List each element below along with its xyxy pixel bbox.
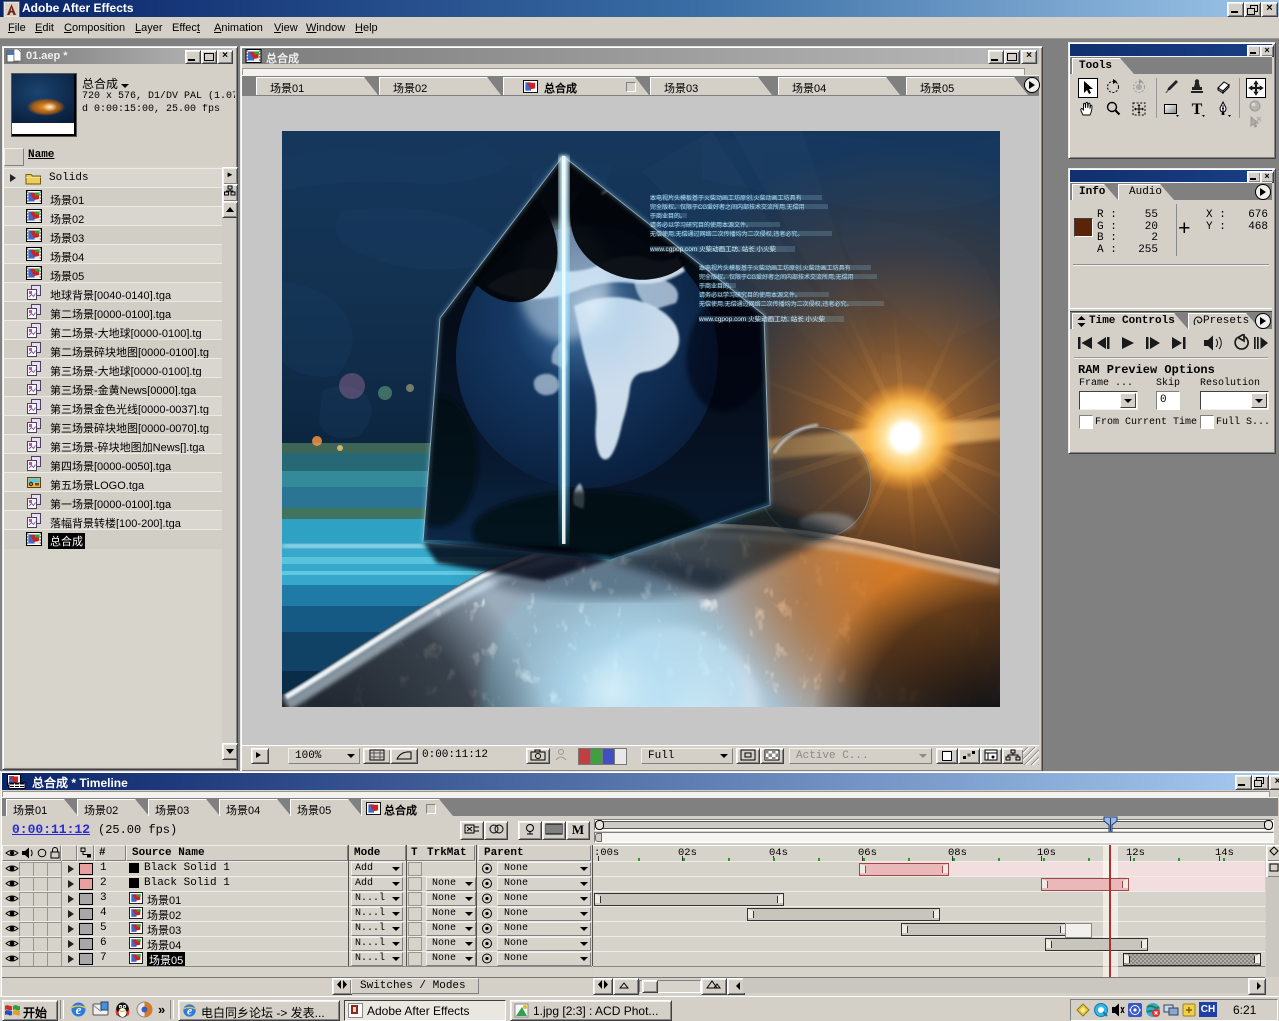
svg-text:于商业目的。: 于商业目的。: [699, 282, 735, 290]
svg-text:无偿使用,无偿通过网络二次传播均为二次侵权,违者必究。: 无偿使用,无偿通过网络二次传播均为二次侵权,违者必究。: [650, 230, 803, 238]
svg-text:请务必以学习研究目的使用本源文件。: 请务必以学习研究目的使用本源文件。: [699, 291, 801, 299]
svg-text:完全版权。仅限于CG爱好者之间内部技术交流所用,无偿用: 完全版权。仅限于CG爱好者之间内部技术交流所用,无偿用: [699, 273, 854, 281]
svg-text:于商业目的。: 于商业目的。: [650, 212, 686, 220]
svg-text:M: M: [571, 822, 583, 836]
svg-text:e: e: [76, 1002, 82, 1017]
svg-text:本电视片头模板基于火柴动画工坊原创,火柴动画工坊具有: 本电视片头模板基于火柴动画工坊原创,火柴动画工坊具有: [699, 264, 851, 272]
svg-text:完全版权。仅限于CG爱好者之间内部技术交流所用,无偿用: 完全版权。仅限于CG爱好者之间内部技术交流所用,无偿用: [650, 203, 805, 211]
svg-text:请务必以学习研究目的使用本源文件。: 请务必以学习研究目的使用本源文件。: [650, 221, 752, 229]
svg-text:www.cgpop.com 火柴动画工坊, 站长 小火柴: www.cgpop.com 火柴动画工坊, 站长 小火柴: [698, 314, 826, 323]
svg-text:无偿使用,无偿通过网络二次传播均为二次侵权,违者必究。: 无偿使用,无偿通过网络二次传播均为二次侵权,违者必究。: [699, 300, 852, 308]
svg-text:www.cgpop.com 火柴动画工坊, 站长 小火柴: www.cgpop.com 火柴动画工坊, 站长 小火柴: [649, 244, 777, 253]
svg-text:T: T: [1192, 101, 1203, 118]
svg-text:本电视片头模板基于火柴动画工坊原创,火柴动画工坊具有: 本电视片头模板基于火柴动画工坊原创,火柴动画工坊具有: [650, 194, 802, 202]
